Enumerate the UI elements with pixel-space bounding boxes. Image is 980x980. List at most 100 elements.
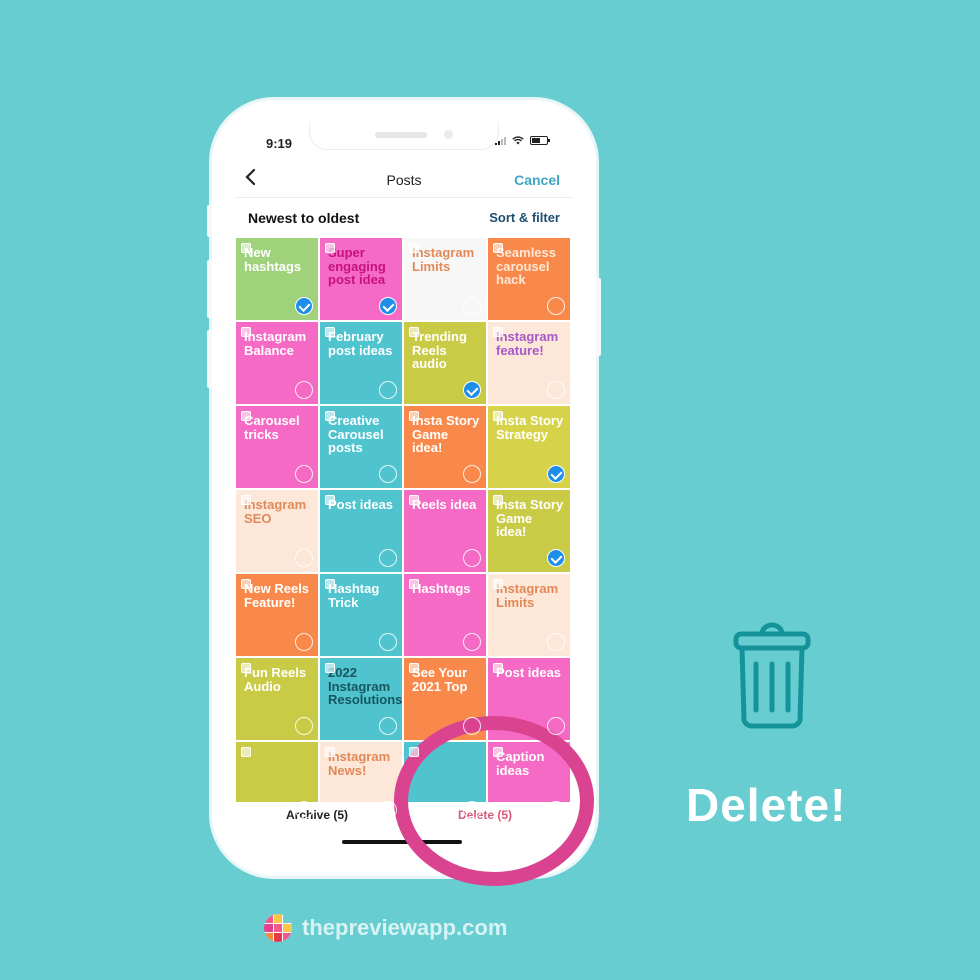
multi-post-icon	[409, 411, 419, 421]
select-circle[interactable]	[547, 381, 565, 399]
multi-post-icon	[325, 747, 335, 757]
post-tile[interactable]: Instagram feature!	[488, 322, 570, 404]
post-tile[interactable]: Reels idea	[404, 490, 486, 572]
selected-check-icon[interactable]	[295, 297, 313, 315]
multi-post-icon	[493, 327, 503, 337]
multi-post-icon	[325, 411, 335, 421]
status-icons	[495, 136, 550, 145]
select-circle[interactable]	[295, 549, 313, 567]
select-circle[interactable]	[379, 465, 397, 483]
post-tile[interactable]: Post ideas	[320, 490, 402, 572]
post-tile-text: Caption ideas	[496, 749, 545, 778]
multi-post-icon	[325, 243, 335, 253]
select-circle[interactable]	[463, 465, 481, 483]
multi-post-icon	[493, 495, 503, 505]
bottom-action-bar: Archive (5) Delete (5)	[234, 802, 574, 854]
status-time: 9:19	[266, 136, 293, 151]
post-tile[interactable]: Fun Reels Audio	[236, 658, 318, 740]
multi-post-icon	[241, 747, 251, 757]
select-circle[interactable]	[547, 717, 565, 735]
speaker	[375, 132, 427, 138]
post-tile[interactable]: Hashtag Trick	[320, 574, 402, 656]
post-tile[interactable]: Trending Reels audio	[404, 322, 486, 404]
multi-post-icon	[493, 579, 503, 589]
post-tile-text: Creative Carousel posts	[328, 413, 384, 456]
post-tile-text: February post ideas	[328, 329, 393, 358]
selected-check-icon[interactable]	[463, 381, 481, 399]
multi-post-icon	[325, 663, 335, 673]
multi-post-icon	[409, 495, 419, 505]
select-circle[interactable]	[295, 633, 313, 651]
post-tile[interactable]: Carousel tricks	[236, 406, 318, 488]
post-tile[interactable]: Instagram SEO	[236, 490, 318, 572]
post-tile[interactable]: 2022 Instagram Resolutions	[320, 658, 402, 740]
multi-post-icon	[409, 327, 419, 337]
select-circle[interactable]	[379, 549, 397, 567]
post-tile[interactable]: Insta Story Strategy	[488, 406, 570, 488]
post-tile-text: Seamless carousel hack	[496, 245, 556, 288]
multi-post-icon	[325, 327, 335, 337]
post-tile[interactable]: Insta Story Game idea!	[488, 490, 570, 572]
post-tile-text: Instagram Limits	[496, 581, 559, 610]
sort-bar: Newest to oldest Sort & filter	[234, 204, 574, 234]
post-tile-text: Post ideas	[328, 497, 394, 512]
select-circle[interactable]	[547, 297, 565, 315]
nav-bar: Posts Cancel	[234, 164, 574, 198]
post-tile[interactable]: Hashtags	[404, 574, 486, 656]
select-circle[interactable]	[463, 633, 481, 651]
multi-post-icon	[325, 495, 335, 505]
select-circle[interactable]	[463, 549, 481, 567]
post-tile[interactable]: Super engaging post idea	[320, 238, 402, 320]
post-tile-text: Instagram News!	[328, 749, 391, 778]
select-circle[interactable]	[379, 801, 397, 819]
post-tile-text: 2022 Instagram Resolutions	[328, 665, 402, 708]
post-tile[interactable]: Insta Story Game idea!	[404, 406, 486, 488]
select-circle[interactable]	[463, 801, 481, 819]
post-tile[interactable]: New Reels Feature!	[236, 574, 318, 656]
select-circle[interactable]	[379, 633, 397, 651]
post-tile[interactable]: Creative Carousel posts	[320, 406, 402, 488]
post-tile-text: Insta Story Game idea!	[412, 413, 480, 456]
post-tile-text: Carousel tricks	[244, 413, 300, 442]
post-tile-text: Instagram SEO	[244, 497, 307, 526]
select-circle[interactable]	[379, 381, 397, 399]
post-tile[interactable]: Seamless carousel hack	[488, 238, 570, 320]
select-circle[interactable]	[295, 717, 313, 735]
selected-check-icon[interactable]	[547, 465, 565, 483]
post-tile-text: Insta Story Strategy	[496, 413, 564, 442]
select-circle[interactable]	[295, 465, 313, 483]
post-tile-text: Fun Reels Audio	[244, 665, 307, 694]
post-tile-text: New hashtags	[244, 245, 302, 274]
post-tile[interactable]: New hashtags	[236, 238, 318, 320]
select-circle[interactable]	[379, 717, 397, 735]
select-circle[interactable]	[547, 801, 565, 819]
selected-check-icon[interactable]	[547, 549, 565, 567]
delete-callout-label: Delete!	[686, 779, 847, 831]
post-tile-text: New Reels Feature!	[244, 581, 310, 610]
mute-switch	[207, 205, 212, 237]
sort-filter-button[interactable]: Sort & filter	[489, 210, 560, 225]
select-circle[interactable]	[295, 801, 313, 819]
multi-post-icon	[241, 327, 251, 337]
post-tile[interactable]: Instagram Balance	[236, 322, 318, 404]
select-circle[interactable]	[547, 633, 565, 651]
post-tile-text: Hashtags	[412, 581, 471, 596]
footer-website: thepreviewapp.com	[302, 915, 508, 940]
multi-post-icon	[241, 579, 251, 589]
select-circle[interactable]	[463, 297, 481, 315]
multi-post-icon	[241, 243, 251, 253]
cancel-button[interactable]: Cancel	[514, 172, 560, 188]
post-tile-text: Instagram Limits	[412, 245, 475, 274]
post-tile[interactable]: See Your 2021 Top	[404, 658, 486, 740]
post-tile-text: Trending Reels audio	[412, 329, 467, 372]
multi-post-icon	[493, 243, 503, 253]
post-tile[interactable]: Instagram Limits	[404, 238, 486, 320]
post-tile[interactable]: Instagram Limits	[488, 574, 570, 656]
select-circle[interactable]	[295, 381, 313, 399]
select-circle[interactable]	[463, 717, 481, 735]
post-tile[interactable]: Post ideas	[488, 658, 570, 740]
volume-down-button	[207, 330, 212, 388]
selected-check-icon[interactable]	[379, 297, 397, 315]
multi-post-icon	[493, 411, 503, 421]
post-tile[interactable]: February post ideas	[320, 322, 402, 404]
